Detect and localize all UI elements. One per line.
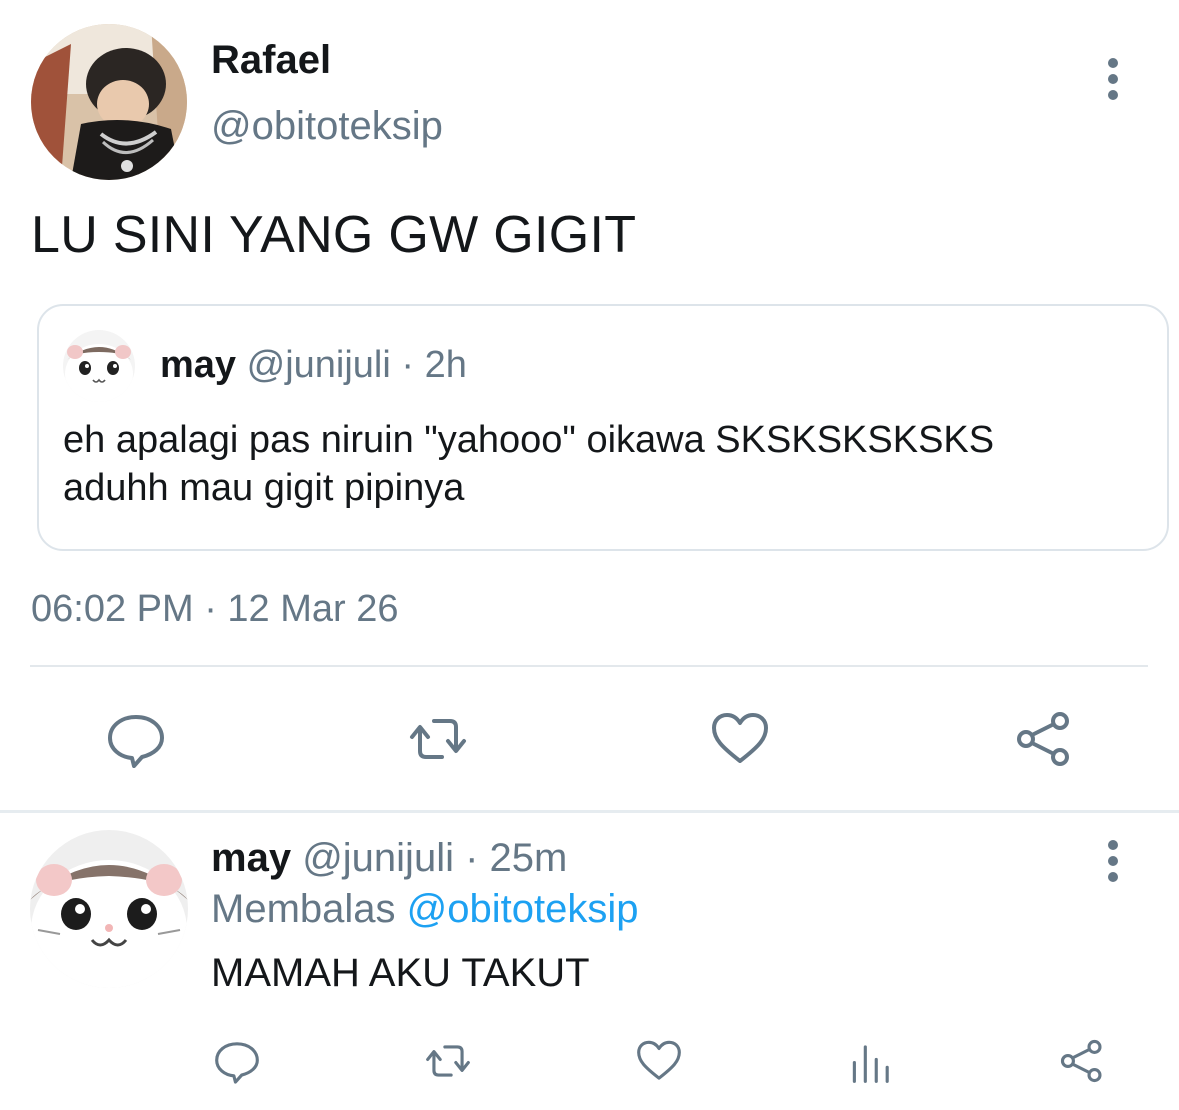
quoted-avatar[interactable] <box>63 330 135 402</box>
replying-to: Membalas @obitoteksip <box>211 887 638 932</box>
reply-button[interactable] <box>104 707 168 771</box>
reply-handle: @junijuli <box>302 836 454 880</box>
author-name[interactable]: Rafael <box>211 38 331 83</box>
reply-retweet-button[interactable] <box>423 1036 473 1086</box>
quoted-text: eh apalagi pas niruin "yahooo" oikawa SK… <box>63 416 1143 512</box>
retweet-icon <box>426 1045 470 1077</box>
reply-share-button[interactable] <box>1057 1036 1107 1086</box>
analytics-icon <box>852 1045 889 1083</box>
reply-analytics-button[interactable] <box>845 1036 895 1086</box>
hamster-avatar-icon <box>63 330 135 402</box>
hamster-avatar-icon <box>30 830 188 988</box>
tweet-timestamp[interactable]: 06:02 PM · 12 Mar 26 <box>31 588 399 631</box>
comment-icon <box>215 1042 259 1084</box>
author-avatar[interactable] <box>31 24 187 180</box>
replying-label: Membalas <box>211 887 396 931</box>
quoted-time: · 2h <box>401 344 467 386</box>
reply-text: MAMAH AKU TAKUT <box>211 951 590 995</box>
more-vertical-icon[interactable] <box>1106 840 1120 888</box>
quoted-text-line1: eh apalagi pas niruin "yahooo" oikawa SK… <box>63 419 995 461</box>
more-vertical-icon[interactable] <box>1106 58 1120 106</box>
divider <box>30 665 1148 667</box>
share-icon <box>1017 712 1069 766</box>
heart-icon <box>712 713 768 763</box>
retweet-button[interactable] <box>406 707 470 771</box>
quoted-handle: @junijuli <box>246 344 391 386</box>
quoted-name[interactable]: may <box>160 344 236 386</box>
replying-to-mention[interactable]: @obitoteksip <box>407 887 639 931</box>
profile-photo-icon <box>31 24 187 180</box>
tweet-text: LU SINI YANG GW GIGIT <box>31 206 637 264</box>
reply-like-button[interactable] <box>634 1036 684 1086</box>
reply-meta: may @junijuli · 25m <box>211 836 567 881</box>
quoted-meta: may @junijuli · 2h <box>160 344 467 387</box>
reply-avatar[interactable] <box>30 830 188 988</box>
comment-icon <box>108 715 164 768</box>
heart-icon <box>637 1040 681 1080</box>
quoted-text-line2: aduhh mau gigit pipinya <box>63 467 465 509</box>
author-handle[interactable]: @obitoteksip <box>211 104 443 149</box>
section-separator <box>0 810 1179 813</box>
share-icon <box>1060 1039 1102 1083</box>
share-button[interactable] <box>1012 707 1076 771</box>
reply-reply-button[interactable] <box>212 1036 262 1086</box>
like-button[interactable] <box>708 707 772 771</box>
reply-name[interactable]: may <box>211 836 291 880</box>
retweet-icon <box>410 719 466 759</box>
reply-time: · 25m <box>465 836 568 880</box>
